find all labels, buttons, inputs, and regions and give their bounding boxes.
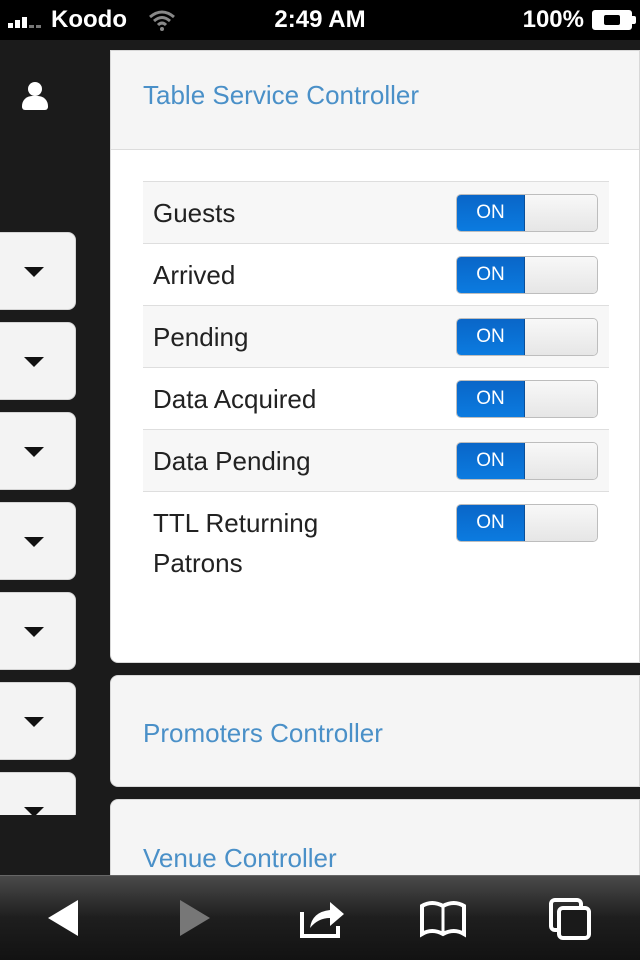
row-label: TTL Returning Patrons [153, 508, 319, 578]
battery-percent: 100% [522, 6, 584, 33]
panel-header[interactable]: Table Service Controller [111, 51, 639, 150]
carrier-name: Koodo [51, 6, 127, 33]
caret-down-icon [24, 267, 44, 277]
toggle-knob [525, 195, 597, 231]
panel-title-table-service[interactable]: Table Service Controller [143, 80, 419, 111]
toggle-on-label: ON [457, 505, 525, 541]
caret-down-icon [24, 357, 44, 367]
forward-arrow-icon[interactable] [172, 896, 222, 940]
toggle-switch[interactable]: ON [456, 256, 598, 294]
toggle-switch[interactable]: ON [456, 380, 598, 418]
panel-title-promoters[interactable]: Promoters Controller [143, 718, 383, 749]
sidebar-bottom-mask [0, 815, 110, 875]
toggle-switch[interactable]: ON [456, 504, 598, 542]
toggle-list: Guests ON Arrived ON Pending ON Data Acq… [143, 181, 609, 591]
list-item: Data Pending ON [143, 429, 609, 491]
toggle-knob [525, 257, 597, 293]
tabs-icon[interactable] [545, 896, 595, 940]
list-item: Arrived ON [143, 243, 609, 305]
status-bar: Koodo 2:49 AM 100% [0, 0, 640, 40]
sidebar-dropdown-button[interactable] [0, 232, 76, 310]
back-arrow-icon[interactable] [42, 896, 92, 940]
signal-icon [8, 12, 43, 28]
row-label: Data Acquired [153, 384, 317, 414]
row-label: Pending [153, 322, 249, 352]
toggle-on-label: ON [457, 195, 525, 231]
toggle-on-label: ON [457, 319, 525, 355]
sidebar [0, 40, 110, 875]
toggle-knob [525, 505, 597, 541]
promoters-panel[interactable]: Promoters Controller [110, 675, 640, 787]
sidebar-dropdown-button[interactable] [0, 412, 76, 490]
toggle-switch[interactable]: ON [456, 318, 598, 356]
panel-title-venue[interactable]: Venue Controller [143, 843, 337, 874]
toggle-on-label: ON [457, 443, 525, 479]
row-label: Arrived [153, 260, 236, 290]
user-icon[interactable] [22, 82, 48, 112]
caret-down-icon [24, 447, 44, 457]
row-label: Data Pending [153, 446, 311, 476]
sidebar-dropdown-button[interactable] [0, 322, 76, 400]
list-item: Pending ON [143, 305, 609, 367]
toggle-switch[interactable]: ON [456, 442, 598, 480]
status-bar-right: 100% [522, 0, 636, 40]
caret-down-icon [24, 627, 44, 637]
sidebar-dropdown-button[interactable] [0, 682, 76, 760]
toggle-on-label: ON [457, 257, 525, 293]
wifi-icon [149, 10, 175, 31]
battery-icon [592, 10, 636, 30]
table-service-panel: Table Service Controller Guests ON Arriv… [110, 50, 640, 663]
toggle-knob [525, 443, 597, 479]
list-item: Guests ON [143, 181, 609, 243]
sidebar-dropdown-button[interactable] [0, 592, 76, 670]
list-item: TTL Returning Patrons ON [143, 491, 609, 591]
status-bar-left: Koodo [8, 0, 177, 40]
share-icon[interactable] [298, 896, 348, 940]
toggle-on-label: ON [457, 381, 525, 417]
bookmarks-icon[interactable] [418, 896, 468, 940]
caret-down-icon [24, 537, 44, 547]
list-item: Data Acquired ON [143, 367, 609, 429]
toggle-switch[interactable]: ON [456, 194, 598, 232]
row-label: Guests [153, 198, 236, 228]
browser-toolbar [0, 875, 640, 960]
caret-down-icon [24, 717, 44, 727]
sidebar-dropdown-button[interactable] [0, 502, 76, 580]
toggle-knob [525, 319, 597, 355]
toggle-knob [525, 381, 597, 417]
